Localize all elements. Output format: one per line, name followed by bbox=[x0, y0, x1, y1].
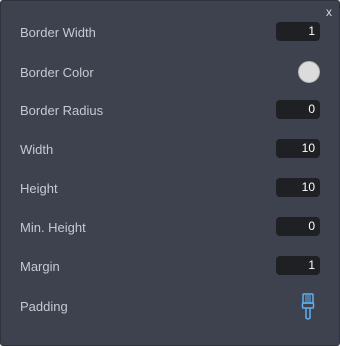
padding-row: Padding bbox=[20, 293, 320, 321]
margin-input[interactable]: 1 bbox=[276, 256, 320, 275]
margin-row: Margin 1 bbox=[20, 255, 320, 279]
height-input[interactable]: 10 bbox=[276, 178, 320, 197]
min-height-input[interactable]: 0 bbox=[276, 217, 320, 236]
border-width-label: Border Width bbox=[20, 25, 96, 40]
border-radius-input[interactable]: 0 bbox=[276, 100, 320, 119]
width-row: Width 10 bbox=[20, 138, 320, 162]
border-color-label: Border Color bbox=[20, 65, 94, 80]
border-color-row: Border Color bbox=[20, 61, 320, 85]
paintbrush-icon[interactable] bbox=[301, 293, 315, 321]
border-radius-row: Border Radius 0 bbox=[20, 99, 320, 123]
min-height-row: Min. Height 0 bbox=[20, 216, 320, 240]
min-height-label: Min. Height bbox=[20, 220, 86, 235]
close-button[interactable]: x bbox=[326, 5, 332, 19]
style-properties-panel: x Border Width 1 Border Color Border Rad… bbox=[0, 0, 340, 346]
width-input[interactable]: 10 bbox=[276, 139, 320, 158]
margin-label: Margin bbox=[20, 259, 60, 274]
height-row: Height 10 bbox=[20, 177, 320, 201]
border-radius-label: Border Radius bbox=[20, 103, 104, 118]
border-width-input[interactable]: 1 bbox=[276, 22, 320, 41]
width-label: Width bbox=[20, 142, 54, 157]
border-width-row: Border Width 1 bbox=[20, 21, 320, 45]
border-color-swatch[interactable] bbox=[298, 61, 320, 83]
padding-label: Padding bbox=[20, 299, 68, 314]
height-label: Height bbox=[20, 181, 58, 196]
